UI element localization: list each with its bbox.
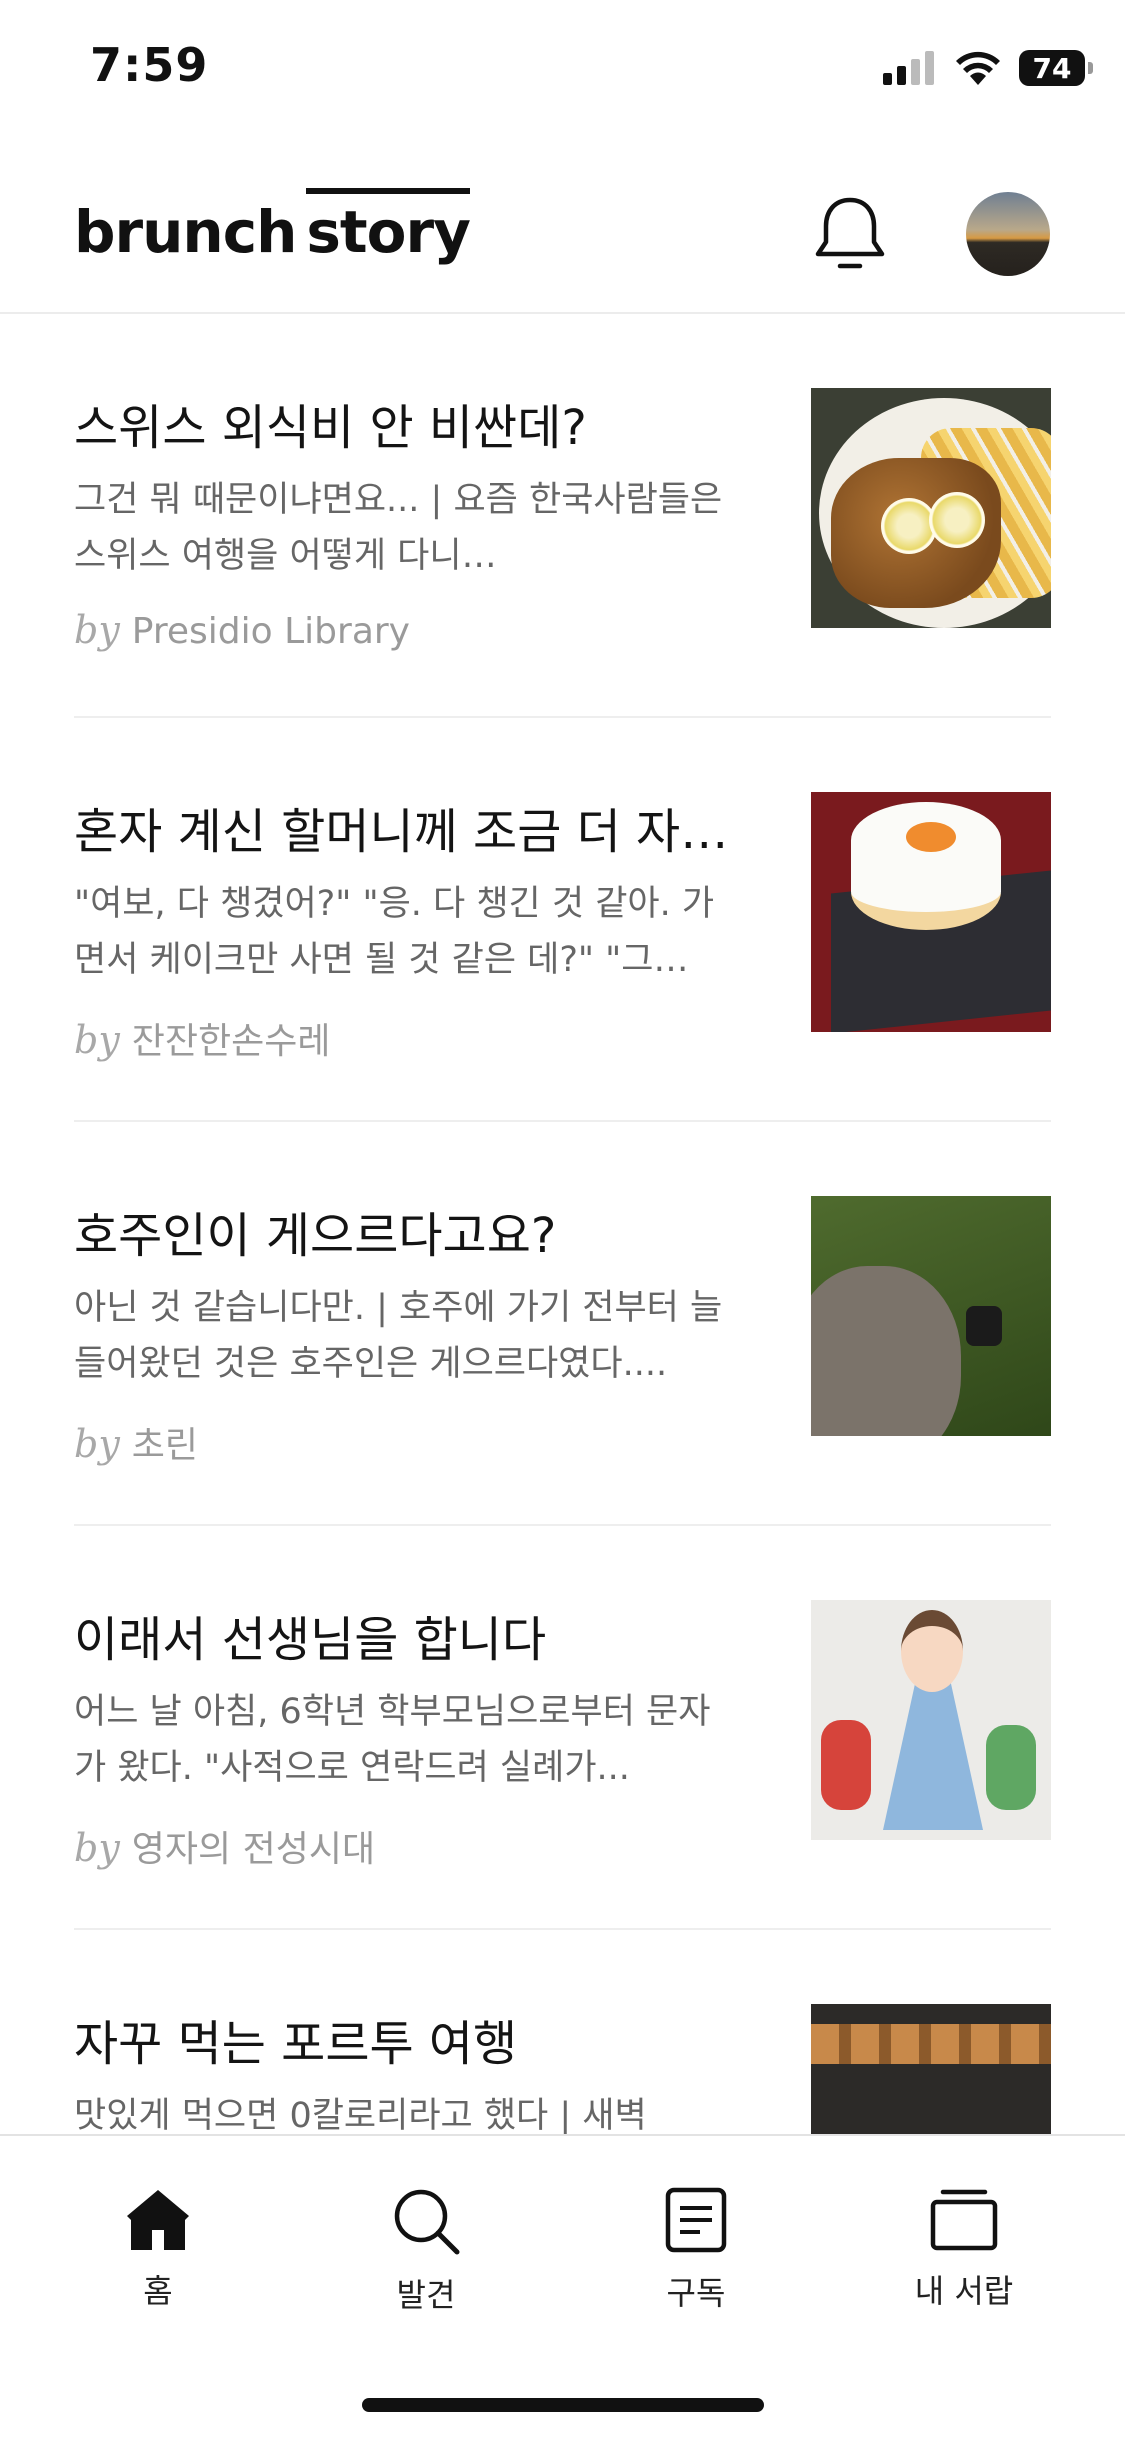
article-item[interactable]: 혼자 계신 할머니께 조금 더 자… "여보, 다 챙겼어?" "응. 다 챙긴… (74, 718, 1051, 1122)
tab-subscribe[interactable]: 구독 (606, 2186, 786, 2314)
author-name: 잔잔한손수레 (131, 1021, 331, 1062)
article-excerpt: 어느 날 아침, 6학년 학부모님으로부터 문자가 왔다. "사적으로 연락드려… (74, 1692, 711, 1788)
article-thumbnail[interactable] (811, 1600, 1051, 1840)
tab-my-drawer-label: 내 서랍 (914, 2272, 1014, 2310)
status-time: 7:59 (90, 38, 209, 92)
article-excerpt: 아닌 것 같습니다만. | 호주에 가기 전부터 늘 들어왔던 것은 호주인은 … (74, 1288, 723, 1384)
article-thumbnail[interactable] (811, 2004, 1051, 2134)
battery-icon: 74 (1019, 50, 1093, 86)
article-thumbnail[interactable] (811, 792, 1051, 1032)
article-item[interactable]: 스위스 외식비 안 비싼데? 그건 뭐 때문이냐면요... | 요즘 한국사람들… (74, 314, 1051, 718)
search-icon (394, 2189, 460, 2255)
document-icon (665, 2187, 727, 2253)
article-item[interactable]: 호주인이 게으르다고요? 아닌 것 같습니다만. | 호주에 가기 전부터 늘 … (74, 1122, 1051, 1526)
logo-text-story: story (306, 198, 471, 266)
article-title[interactable]: 스위스 외식비 안 비싼데? (74, 388, 734, 458)
home-indicator[interactable] (362, 2398, 764, 2412)
tab-subscribe-label: 구독 (666, 2274, 726, 2312)
wifi-icon (956, 51, 1000, 85)
article-author[interactable]: by 영자의 전성시대 (74, 1820, 375, 1872)
author-name: 초린 (131, 1425, 199, 1466)
home-icon (127, 2190, 189, 2250)
tab-my-drawer[interactable]: 내 서랍 (874, 2186, 1054, 2312)
article-author[interactable]: by 초린 (74, 1416, 198, 1468)
app-header: brunch story (0, 140, 1125, 314)
article-author[interactable]: by 잔잔한손수레 (74, 1012, 331, 1064)
logo-text-brunch: brunch (74, 198, 297, 266)
status-bar: 7:59 74 (0, 0, 1125, 140)
author-by-prefix: by (74, 1422, 120, 1466)
article-item[interactable]: 자꾸 먹는 포르투 여행 맛있게 먹으면 0칼로리라고 했다 | 새벽 (74, 1930, 1051, 2134)
tab-home[interactable]: 홈 (68, 2186, 248, 2312)
article-excerpt: 그건 뭐 때문이냐면요... | 요즘 한국사람들은 스위스 여행을 어떻게 다… (74, 480, 723, 576)
drawer-icon (930, 2189, 998, 2251)
tab-discover[interactable]: 발견 (336, 2186, 516, 2316)
author-name: 영자의 전성시대 (131, 1829, 376, 1870)
article-title[interactable]: 호주인이 게으르다고요? (74, 1196, 734, 1266)
tab-home-label: 홈 (143, 2272, 173, 2310)
author-by-prefix: by (74, 1018, 120, 1062)
tab-discover-label: 발견 (396, 2276, 456, 2314)
article-thumbnail[interactable] (811, 1196, 1051, 1436)
article-title[interactable]: 혼자 계신 할머니께 조금 더 자… (74, 792, 734, 862)
bottom-tab-bar: 홈 발견 구독 내 서랍 (0, 2134, 1125, 2438)
profile-avatar[interactable] (966, 192, 1050, 276)
author-name: Presidio Library (131, 611, 410, 652)
article-feed[interactable]: 스위스 외식비 안 비싼데? 그건 뭐 때문이냐면요... | 요즘 한국사람들… (0, 314, 1125, 2134)
article-excerpt: 맛있게 먹으면 0칼로리라고 했다 | 새벽 (74, 2096, 647, 2134)
author-by-prefix: by (74, 1826, 120, 1870)
article-author[interactable]: by Presidio Library (74, 608, 410, 652)
article-title[interactable]: 이래서 선생님을 합니다 (74, 1600, 734, 1670)
bell-icon[interactable] (812, 192, 888, 272)
status-icons: 74 (883, 48, 1093, 88)
article-title[interactable]: 자꾸 먹는 포르투 여행 (74, 2004, 734, 2074)
article-thumbnail[interactable] (811, 388, 1051, 628)
author-by-prefix: by (74, 608, 120, 652)
brunch-story-logo[interactable]: brunch story (74, 198, 471, 266)
signal-icon (883, 51, 934, 85)
article-excerpt: "여보, 다 챙겼어?" "응. 다 챙긴 것 같아. 가면서 케이크만 사면 … (74, 884, 715, 980)
article-item[interactable]: 이래서 선생님을 합니다 어느 날 아침, 6학년 학부모님으로부터 문자가 왔… (74, 1526, 1051, 1930)
